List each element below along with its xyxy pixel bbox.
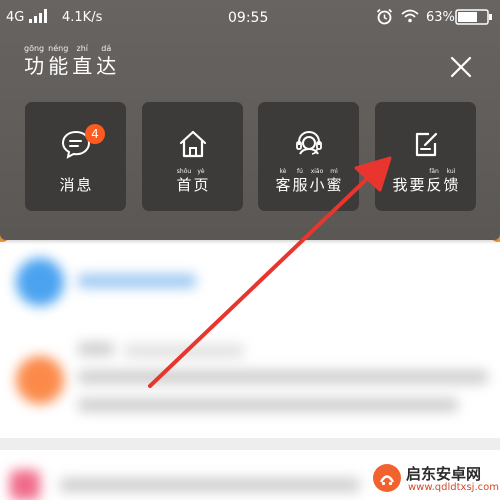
tile-label: kè 客 fú 服 xiǎo 小 mì 蜜 (275, 168, 342, 194)
watermark-url: www.qdldtxsj.com (408, 482, 499, 493)
feedback-tile[interactable]: 我 要 fǎn 反 kuì 馈 (375, 102, 476, 211)
avatar (16, 258, 64, 306)
status-bar: 4G 4.1K/s 09:55 63% (0, 0, 500, 36)
battery-icon (455, 9, 492, 25)
customer-service-icon (296, 130, 322, 155)
blurred-text (78, 342, 114, 356)
tile-label: 消 息 (59, 176, 92, 194)
blurred-text (78, 398, 458, 412)
wifi-icon (401, 9, 419, 23)
avatar (10, 470, 40, 500)
list-item[interactable] (0, 238, 500, 328)
blurred-text (78, 370, 488, 384)
title-char: zhí 直 (72, 44, 93, 78)
blurred-text (60, 478, 360, 492)
blurred-text (78, 274, 196, 288)
tile-label: shǒu 首 yè 页 (176, 168, 209, 194)
signal-icon (29, 9, 47, 23)
unread-badge: 4 (85, 124, 105, 144)
title-char: dá 达 (96, 44, 117, 78)
messages-tile[interactable]: 4 消 息 (25, 102, 126, 211)
network-speed: 4.1K/s (62, 10, 103, 25)
battery-percent: 63% (426, 10, 455, 25)
tile-label: 我 要 fǎn 反 kuì 馈 (392, 168, 459, 194)
blurred-text (124, 344, 244, 358)
app-screen: 4G 4.1K/s 09:55 63% gōng 功 néng 能 zhí 直 … (0, 0, 500, 500)
watermark-name: 启东安卓网 (406, 465, 482, 483)
section-divider (0, 438, 500, 450)
watermark: 启东安卓网 www.qdldtxsj.com (372, 461, 499, 497)
title-char: gōng 功 (24, 44, 45, 78)
home-icon (179, 130, 207, 158)
avatar (16, 356, 64, 404)
title-char: néng 能 (48, 44, 69, 78)
list-item[interactable] (0, 328, 500, 438)
customer-service-tile[interactable]: kè 客 fú 服 xiǎo 小 mì 蜜 (258, 102, 359, 211)
alarm-icon (376, 8, 393, 25)
feedback-edit-icon (415, 132, 438, 157)
clock: 09:55 (228, 10, 269, 26)
panel-title: gōng 功 néng 能 zhí 直 dá 达 (24, 44, 120, 78)
network-type: 4G (6, 10, 25, 25)
watermark-logo-icon (373, 464, 401, 492)
close-icon[interactable] (446, 52, 476, 82)
home-tile[interactable]: shǒu 首 yè 页 (142, 102, 243, 211)
function-shortcut-panel: 4G 4.1K/s 09:55 63% gōng 功 néng 能 zhí 直 … (0, 0, 500, 240)
